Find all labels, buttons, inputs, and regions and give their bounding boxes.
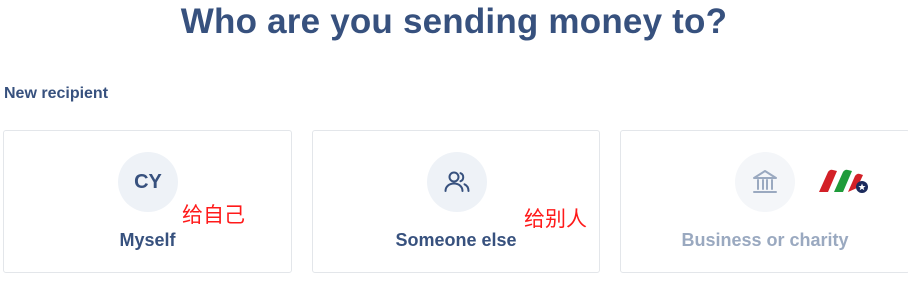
new-recipient-section-label: New recipient (4, 85, 109, 102)
recipient-selection-page: Who are you sending money to? New recipi… (0, 0, 908, 283)
recipient-card-myself[interactable]: CY Myself (3, 130, 292, 273)
someone-else-annotation: 给别人 (524, 207, 587, 231)
bank-icon (735, 152, 795, 212)
business-or-charity-label: Business or charity (681, 230, 849, 250)
people-icon (427, 152, 487, 212)
recipient-card-business-or-charity[interactable]: Business or charity (620, 130, 908, 273)
myself-label: Myself (119, 230, 176, 250)
brand-logo-icon (819, 169, 868, 193)
myself-annotation: 给自己 (182, 203, 245, 227)
myself-avatar: CY (118, 152, 178, 212)
page-title: Who are you sending money to? (180, 2, 728, 41)
recipient-card-someone-else[interactable]: Someone else (312, 130, 600, 273)
someone-else-label: Someone else (395, 230, 517, 250)
